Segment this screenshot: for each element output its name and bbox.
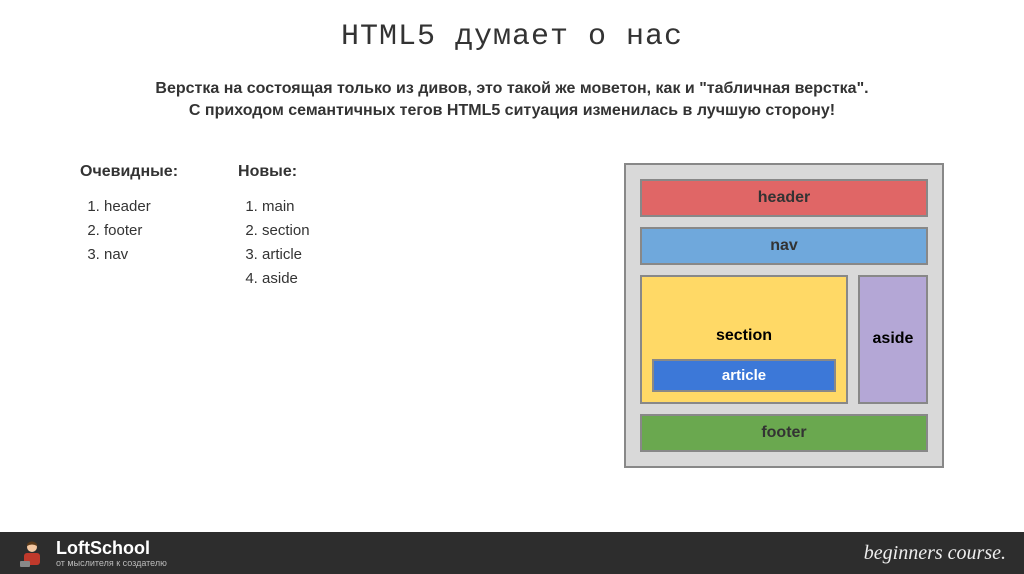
new-title: Новые: (238, 163, 310, 181)
brand-block: LoftSchool от мыслителя к создателю (56, 539, 167, 568)
list-item: aside (262, 267, 310, 291)
diagram-footer-block: footer (640, 414, 928, 452)
avatar-icon (18, 539, 46, 567)
footer-bar: LoftSchool от мыслителя к создателю begi… (0, 532, 1024, 574)
diagram-nav-block: nav (640, 227, 928, 265)
subtitle: Верстка на состоящая только из дивов, эт… (40, 78, 984, 123)
brand-name: LoftSchool (56, 539, 167, 557)
list-item: section (262, 219, 310, 243)
subtitle-line1: Верстка на состоящая только из дивов, эт… (40, 78, 984, 100)
course-label: beginners course. (864, 542, 1006, 565)
diagram-section-label: section (652, 327, 836, 345)
list-item: nav (104, 243, 178, 267)
page-title: HTML5 думает о нас (40, 20, 984, 54)
diagram-article-block: article (652, 359, 836, 392)
list-item: article (262, 243, 310, 267)
obvious-list: header footer nav (80, 195, 178, 267)
new-list: main section article aside (238, 195, 310, 291)
obvious-title: Очевидные: (80, 163, 178, 181)
subtitle-line2: С приходом семантичных тегов HTML5 ситуа… (40, 100, 984, 122)
diagram-middle-row: section article aside (640, 275, 928, 404)
diagram-section-block: section article (640, 275, 848, 404)
list-item: header (104, 195, 178, 219)
diagram-column: header nav section article aside footer (624, 163, 944, 468)
list-item: main (262, 195, 310, 219)
content-row: Очевидные: header footer nav Новые: main… (40, 163, 984, 468)
obvious-column: Очевидные: header footer nav (80, 163, 178, 468)
slide-content: HTML5 думает о нас Верстка на состоящая … (0, 0, 1024, 532)
new-column: Новые: main section article aside (238, 163, 310, 468)
diagram-aside-block: aside (858, 275, 928, 404)
list-item: footer (104, 219, 178, 243)
diagram-aside-label: aside (873, 330, 914, 348)
brand-tagline: от мыслителя к создателю (56, 559, 167, 568)
diagram-header-block: header (640, 179, 928, 217)
layout-diagram: header nav section article aside footer (624, 163, 944, 468)
